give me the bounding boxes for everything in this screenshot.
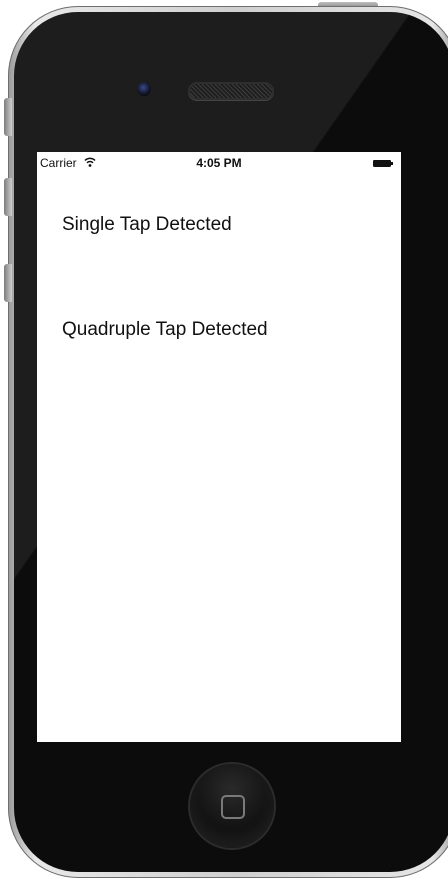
single-tap-label: Single Tap Detected — [62, 214, 232, 235]
home-button[interactable] — [190, 764, 274, 848]
simulator-stage: Carrier 4:05 PM Single Tap Detected Quad… — [0, 0, 448, 880]
earpiece-speaker-icon — [190, 84, 272, 98]
device-screen[interactable]: Carrier 4:05 PM Single Tap Detected Quad… — [37, 152, 401, 742]
quadruple-tap-label: Quadruple Tap Detected — [62, 319, 268, 340]
volume-up-button — [4, 178, 12, 216]
front-camera-icon — [137, 82, 151, 96]
status-time: 4:05 PM — [196, 156, 242, 170]
status-bar: Carrier 4:05 PM — [37, 152, 401, 174]
volume-down-button — [4, 264, 12, 302]
home-button-icon — [221, 795, 245, 819]
mute-switch — [4, 98, 12, 136]
battery-icon — [373, 160, 393, 167]
